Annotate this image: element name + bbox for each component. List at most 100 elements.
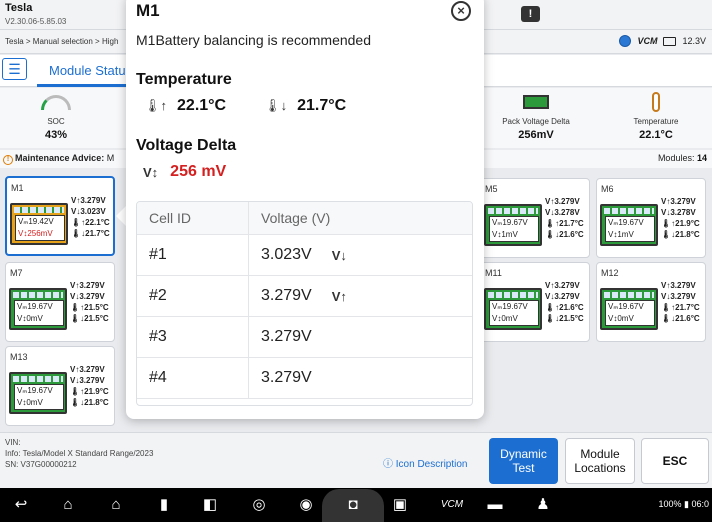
cell-max-voltage: V↑3.279V xyxy=(71,196,106,205)
tab-module-status[interactable]: Module Statu xyxy=(37,63,138,87)
temp-min: 🌡↓21.6°C xyxy=(545,230,584,239)
module-voltage: Vₘ19.67V xyxy=(608,302,644,311)
temp-max: 🌡↑21.9°C xyxy=(70,387,109,396)
home-icon[interactable]: ⌂ xyxy=(59,496,77,514)
cell-id: #4 xyxy=(137,358,249,398)
cell-max-voltage: V↑3.279V xyxy=(70,365,105,374)
module-delta: V↕0mV xyxy=(608,314,634,323)
temp-max: 🌡↑22.1°C xyxy=(71,218,110,227)
module-detail-popup: M1 × M1Battery balancing is recommended … xyxy=(126,0,484,419)
vehicle-info: VIN: Info: Tesla/Model X Standard Range/… xyxy=(5,437,153,470)
temp-max: 🌡↑21.7°C xyxy=(661,303,700,312)
modules-count-value: 14 xyxy=(696,153,707,163)
cell-min-voltage: V↓3.279V xyxy=(70,376,105,385)
icon-description-label: Icon Description xyxy=(395,459,468,470)
pack-delta-value: 256mV xyxy=(518,129,554,141)
system-status: 100% ▮ 06:0 xyxy=(658,499,710,509)
screen-icon[interactable]: ▣ xyxy=(391,496,409,514)
serial-number: SN: V37G00000212 xyxy=(5,460,77,469)
modules-count: Modules: 14 xyxy=(658,153,707,163)
cell-min-voltage: V↓3.278V xyxy=(545,208,580,217)
max-voltage-icon: V↑ xyxy=(331,288,347,304)
module-voltage: Vₘ19.67V xyxy=(17,386,53,395)
vci-icon[interactable]: ◎ xyxy=(250,496,268,514)
camera-icon[interactable]: ◘ xyxy=(344,496,362,514)
module-id: M11 xyxy=(485,268,502,278)
temp-min: 🌡↓21.7°C xyxy=(71,229,110,238)
maintenance-value: M xyxy=(106,153,115,163)
battery-icon: Vₘ19.67V V↕1mV xyxy=(484,204,542,246)
module-card-m12[interactable]: M12 Vₘ19.67V V↕0mV V↑3.279V V↓3.279V 🌡↑21… xyxy=(596,262,706,342)
vcm-status: VCM xyxy=(637,36,658,46)
module-locations-button[interactable]: Module Locations xyxy=(565,438,635,484)
module-card-m11[interactable]: M11 Vₘ19.67V V↕0mV V↑3.279V V↓3.279V 🌡↑21… xyxy=(480,262,590,342)
cell-max-voltage: V↑3.279V xyxy=(70,281,105,290)
battery-icon: Vₘ19.67V V↕0mV xyxy=(484,288,542,330)
voltage-delta-row: V↕ 256 mV xyxy=(143,163,226,181)
min-voltage-icon: V↓ xyxy=(331,247,347,263)
vehicle-voltage: 12.3V xyxy=(682,36,706,46)
module-voltage: Vₘ19.42V xyxy=(18,217,54,226)
vin-label: VIN: xyxy=(5,438,21,447)
col-voltage: Voltage (V) xyxy=(261,210,331,226)
cell-min-voltage: V↓3.279V xyxy=(661,292,696,301)
status-area: VCM 12.3V xyxy=(619,35,706,47)
temp-low-icon: 🌡↓ xyxy=(264,98,288,113)
app-version: V2.30.06-5.85.03 xyxy=(5,17,67,26)
temperature-heading: Temperature xyxy=(136,71,232,88)
vcm-icon[interactable]: VCM xyxy=(438,496,466,514)
module-card-m1[interactable]: M1 Vₘ19.42V V↕256mV V↑3.279V V↓3.023V 🌡↑2… xyxy=(5,176,115,256)
back-icon[interactable]: ↩ xyxy=(12,496,30,514)
dynamic-test-button[interactable]: Dynamic Test xyxy=(489,438,558,484)
popup-advice: M1Battery balancing is recommended xyxy=(136,32,372,48)
browser-icon[interactable]: ◉ xyxy=(297,496,315,514)
icon-description-link[interactable]: ⓘ Icon Description xyxy=(383,455,467,470)
cell-max-voltage: V↑3.279V xyxy=(545,281,580,290)
module-id: M7 xyxy=(10,268,23,278)
cell-voltage: 3.279V xyxy=(261,328,312,345)
module-delta: V↕0mV xyxy=(492,314,518,323)
module-card-m6[interactable]: M6 Vₘ19.67V V↕1mV V↑3.279V V↓3.278V 🌡↑21.… xyxy=(596,178,706,258)
col-cell-id: Cell ID xyxy=(137,202,249,234)
module-voltage: Vₘ19.67V xyxy=(608,218,644,227)
module-voltage: Vₘ19.67V xyxy=(492,302,528,311)
cell-id: #2 xyxy=(137,276,249,316)
module-id: M1 xyxy=(11,183,24,193)
battery-icon xyxy=(663,36,677,46)
temperature-label: Temperature xyxy=(633,117,679,126)
battery-pack-icon xyxy=(523,95,549,109)
battery-icon: Vₘ19.67V V↕0mV xyxy=(9,288,67,330)
temp-low-value: 21.7°C xyxy=(297,97,347,114)
module-card-m5[interactable]: M5 Vₘ19.67V V↕1mV V↑3.279V V↓3.278V 🌡↑21.… xyxy=(480,178,590,258)
module-card-m7[interactable]: M7 Vₘ19.67V V↕0mV V↑3.279V V↓3.279V 🌡↑21.… xyxy=(5,262,115,342)
user-car-icon[interactable]: ♟ xyxy=(534,496,552,514)
module-delta: V↕1mV xyxy=(608,230,634,239)
car-icon[interactable]: ▬ xyxy=(486,496,504,514)
cell-voltage-table: Cell ID Voltage (V) #1 3.023V V↓ #2 3.279… xyxy=(136,201,473,406)
esc-button[interactable]: ESC xyxy=(641,438,709,484)
table-row: #2 3.279V V↑ xyxy=(137,276,472,317)
temp-min: 🌡↓21.5°C xyxy=(545,314,584,323)
soc-value: 43% xyxy=(44,129,68,141)
bottom-bar: VIN: Info: Tesla/Model X Standard Range/… xyxy=(0,432,712,488)
module-voltage: Vₘ19.67V xyxy=(17,302,53,311)
cell-voltage: 3.279V xyxy=(261,287,312,304)
temp-min: 🌡↓21.8°C xyxy=(70,398,109,407)
module-delta: V↕0mV xyxy=(17,398,43,407)
close-icon[interactable]: × xyxy=(451,1,471,21)
cell-voltage: 3.279V xyxy=(261,369,312,386)
menu-button[interactable]: ☰ xyxy=(2,58,27,80)
cell-min-voltage: V↓3.278V xyxy=(661,208,696,217)
cell-min-voltage: V↓3.279V xyxy=(70,292,105,301)
window-icon[interactable]: ◧ xyxy=(201,496,219,514)
module-card-m13[interactable]: M13 Vₘ19.67V V↕0mV V↑3.279V V↓3.279V 🌡↑21… xyxy=(5,346,115,426)
cell-voltage: 3.023V xyxy=(261,246,312,263)
car-home-icon[interactable]: ⌂ xyxy=(107,496,125,514)
alert-icon[interactable]: ! xyxy=(521,6,540,22)
voltage-delta-heading: Voltage Delta xyxy=(136,137,237,154)
modules-label: Modules: xyxy=(657,153,695,163)
pack-delta-summary: Pack Voltage Delta 256mV xyxy=(486,92,586,141)
cell-min-voltage: V↓3.023V xyxy=(71,207,106,216)
recent-apps-icon[interactable]: ▮ xyxy=(155,496,173,514)
temp-max: 🌡↑21.7°C xyxy=(545,219,584,228)
